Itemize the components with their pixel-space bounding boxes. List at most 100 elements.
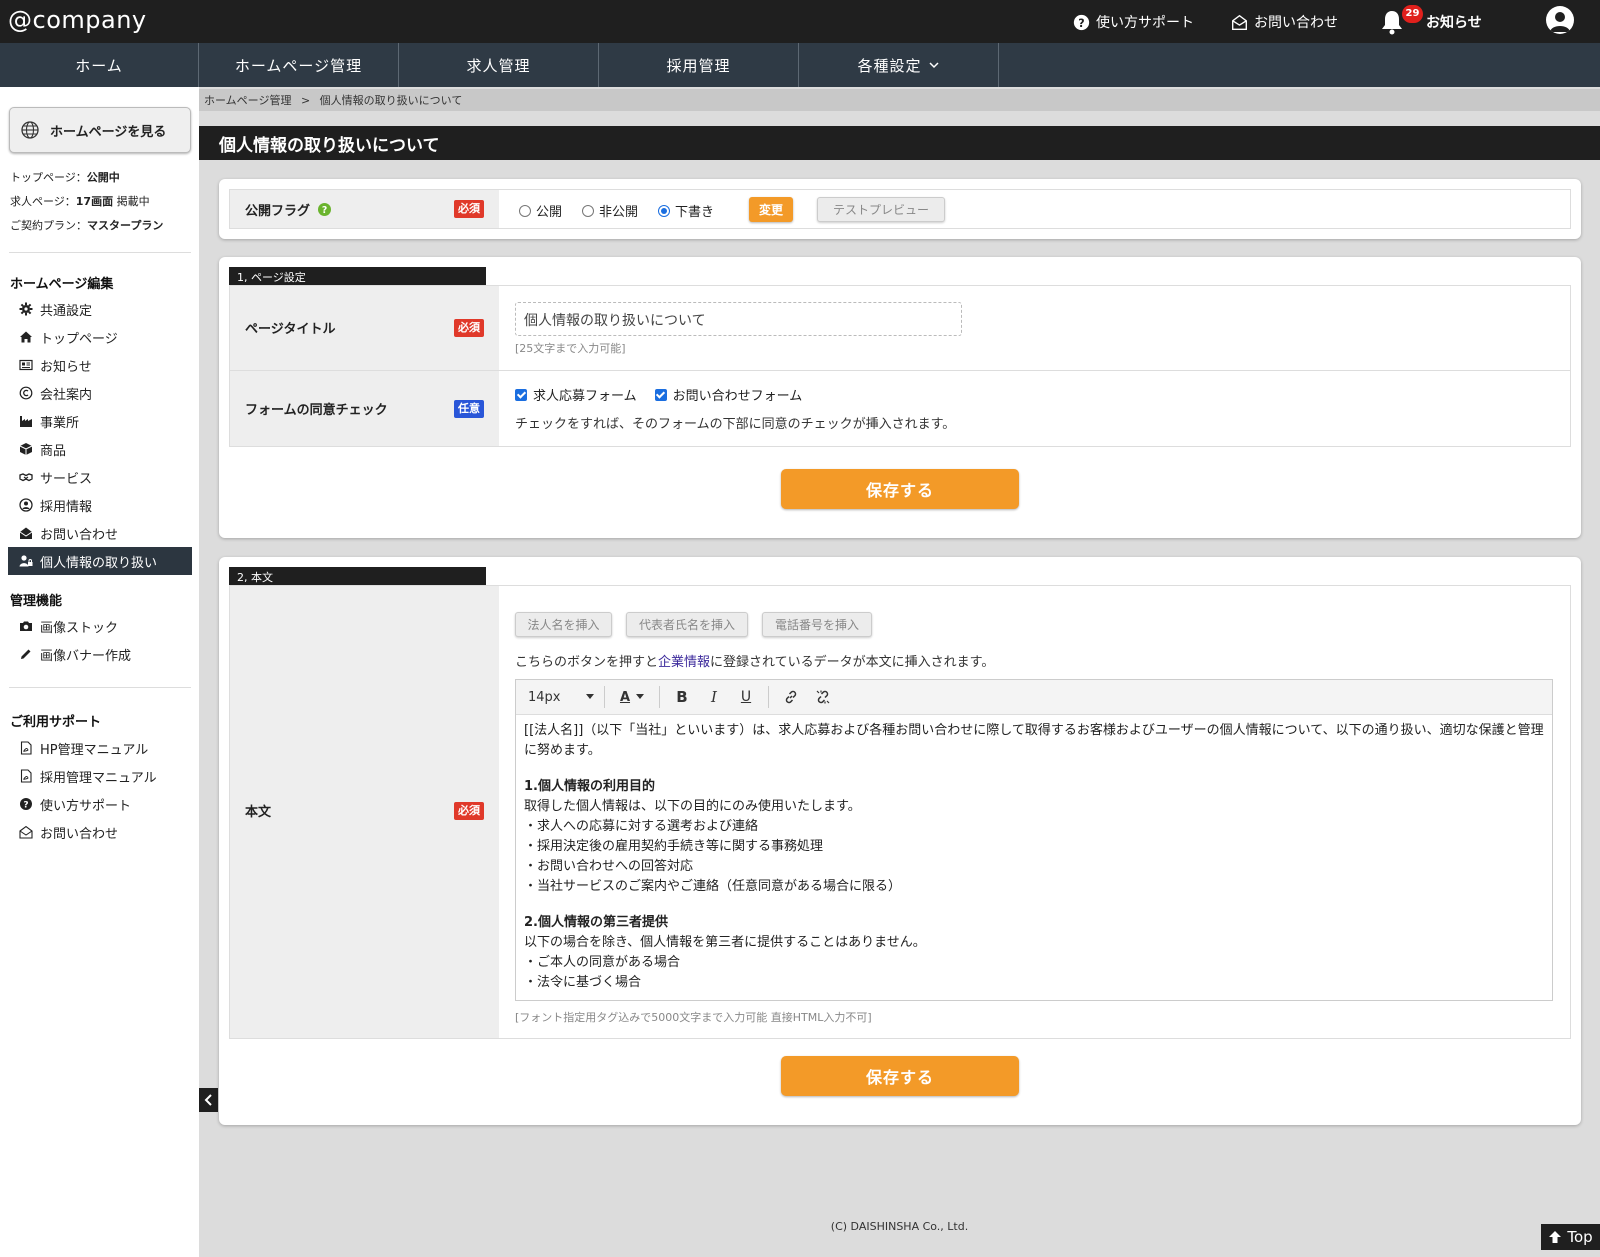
unlink-icon [816,690,830,704]
body-label-cell: 本文 必須 [230,586,499,1038]
svg-text:?: ? [23,801,28,811]
divider [9,687,191,688]
sidebar-item-offices[interactable]: 事業所 [8,407,192,435]
envelope-open-icon [19,527,33,539]
newspaper-icon [19,359,33,371]
sidebar: ホームページを見る トップページ：公開中 求人ページ：17画面 掲載中 ご契約プ… [0,87,199,1257]
globe-icon [21,121,39,139]
company-logo[interactable]: @company [8,6,147,34]
user-circle-icon [19,498,33,512]
font-size-select[interactable]: 14px [526,684,596,710]
italic-icon: I [711,688,717,706]
sidebar-item-recruit-manual[interactable]: 採用管理マニュアル [8,762,192,790]
nav-homepage-management[interactable]: ホームページ管理 [199,43,399,87]
sidebar-item-privacy[interactable]: 個人情報の取り扱い [8,547,192,575]
checkbox-inquiry-control[interactable] [654,388,667,401]
sidebar-item-image-stock[interactable]: 画像ストック [8,612,192,640]
insert-representative-name-button[interactable]: 代表者氏名を挿入 [626,612,748,637]
required-badge: 必須 [454,802,484,820]
remove-link-button[interactable] [809,684,837,710]
editor-content[interactable]: [[法人名]]（以下「当社」といいます）は、求人応募および各種お問い合わせに際し… [516,715,1552,1000]
body-label: 本文 [245,805,272,820]
radio-public-control[interactable] [519,204,531,217]
sidebar-item-products[interactable]: 商品 [8,435,192,463]
sidebar-item-contact[interactable]: お問い合わせ [8,519,192,547]
nav-home[interactable]: ホーム [0,43,199,87]
page-title-value-cell: 個人情報の取り扱いについて [25文字まで入力可能] [499,286,1570,370]
publish-label: 公開フラグ ? [245,200,332,219]
pdf-file-icon [20,741,32,755]
footer-copyright: (C) DAISHINSHA Co., Ltd. [830,1220,969,1233]
sidebar-item-news[interactable]: お知らせ [8,351,192,379]
required-badge: 必須 [454,319,484,337]
home-icon [20,331,32,343]
font-color-button[interactable]: A [613,684,651,710]
radio-private[interactable]: 非公開 [582,201,638,220]
radio-draft[interactable]: 下書き [658,201,714,220]
section-tab-page-settings: 1, ページ設定 [229,267,486,285]
chevron-left-icon [204,1094,212,1106]
body-paragraph-1: 取得した個人情報は、以下の目的にのみ使用いたします。 [524,799,861,814]
checkbox-job-application-form[interactable]: 求人応募フォーム [515,385,637,404]
page-title: 個人情報の取り扱いについて [199,126,1600,160]
sidebar-item-common-settings[interactable]: 共通設定 [8,295,192,323]
breadcrumb-current: 個人情報の取り扱いについて [319,94,463,107]
user-avatar[interactable] [1546,6,1574,34]
svg-text:?: ? [322,205,327,216]
body-hint: [フォント指定用タグ込みで5000文字まで入力可能 直接HTML入力不可] [515,1011,872,1024]
page-title-input[interactable]: 個人情報の取り扱いについて [515,302,962,336]
sidebar-item-company[interactable]: 会社案内 [8,379,192,407]
company-info-link[interactable]: 企業情報 [658,655,710,670]
checkbox-job-application-control[interactable] [515,388,527,401]
radio-public[interactable]: 公開 [519,201,562,220]
save-button[interactable]: 保存する [781,1056,1019,1096]
editor-toolbar: 14px A B I U [516,680,1552,715]
breadcrumb-separator: > [300,94,311,107]
support-link[interactable]: ? 使い方サポート [1073,12,1194,32]
sidebar-collapse-button[interactable] [199,1088,218,1112]
sidebar-item-recruit-info[interactable]: 採用情報 [8,491,192,519]
sidebar-item-usage-support[interactable]: ? 使い方サポート [8,790,192,818]
sidebar-item-inquiry[interactable]: お問い合わせ [8,818,192,846]
list-item: ・求人への応募に対する選考および連絡 [524,819,759,834]
sidebar-item-banner-create[interactable]: 画像バナー作成 [8,640,192,668]
insert-company-name-button[interactable]: 法人名を挿入 [515,612,612,637]
bold-button[interactable]: B [668,684,696,710]
bell-icon [1382,11,1402,35]
checkbox-inquiry-form[interactable]: お問い合わせフォーム [654,385,802,404]
underline-button[interactable]: U [732,684,760,710]
contact-link[interactable]: お問い合わせ [1231,12,1338,32]
test-preview-button[interactable]: テストプレビュー [817,197,945,222]
radio-private-control[interactable] [582,204,595,217]
nav-recruit-management[interactable]: 採用管理 [599,43,799,87]
notification-bell[interactable] [1380,9,1404,35]
sidebar-item-top-page[interactable]: トップページ [8,323,192,351]
consent-label: フォームの同意チェック [245,403,388,418]
help-icon[interactable]: ? [318,203,332,216]
back-to-top-button[interactable]: Top [1541,1224,1600,1250]
nav-job-management[interactable]: 求人管理 [399,43,599,87]
save-button[interactable]: 保存する [781,469,1019,509]
breadcrumb: ホームページ管理 > 個人情報の取り扱いについて [199,89,1600,111]
publish-card: 公開フラグ ? 必須 公開 非公開 下書き 変更 テストプレビュー [219,179,1581,239]
change-button[interactable]: 変更 [749,197,793,222]
mail-open-icon [1232,14,1247,30]
italic-button[interactable]: I [700,684,728,710]
body-value-cell: 法人名を挿入 代表者氏名を挿入 電話番号を挿入 こちらのボタンを押すと企業情報に… [499,586,1570,1038]
breadcrumb-parent-link[interactable]: ホームページ管理 [204,94,291,107]
notification-label[interactable]: お知らせ [1426,12,1482,32]
toolbar-separator [768,686,769,708]
rich-text-editor: 14px A B I U [[法人名]]（以下「当社」といいます）は、求人応募お… [515,679,1553,1001]
sidebar-item-services[interactable]: サービス [8,463,192,491]
consent-label-cell: フォームの同意チェック 任意 [230,371,499,446]
radio-draft-control[interactable] [658,204,671,217]
support-heading: ご利用サポート [10,715,102,730]
insert-link-button[interactable] [777,684,805,710]
copyright-icon [19,386,33,400]
nav-settings[interactable]: 各種設定 [799,43,999,87]
sidebar-item-hp-manual[interactable]: HP管理マニュアル [8,734,192,762]
caret-down-icon [636,694,645,699]
nav-settings-label: 各種設定 [857,56,922,75]
view-homepage-button[interactable]: ホームページを見る [9,107,191,153]
insert-phone-number-button[interactable]: 電話番号を挿入 [762,612,872,637]
